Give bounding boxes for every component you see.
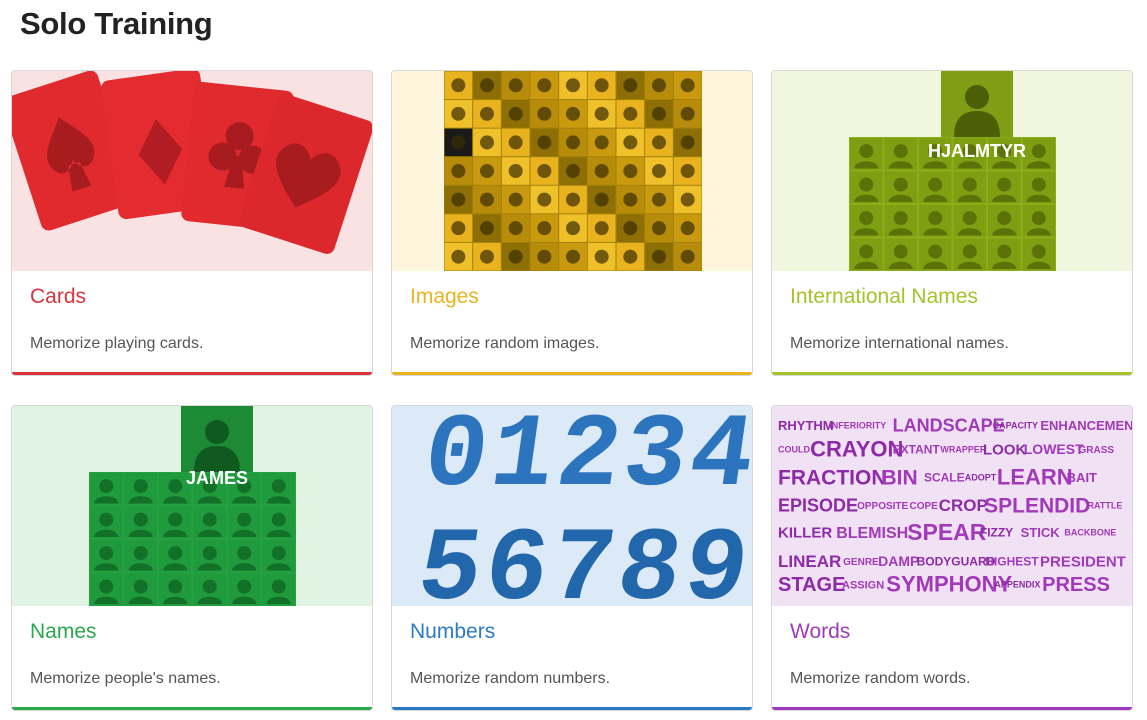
word-cloud-word: GENRE xyxy=(843,557,879,568)
card-words[interactable]: RHYTHM INFERIORITY LANDSCAPE CAPACITY ENHANC… xyxy=(771,405,1133,711)
names-artwork: JAMES xyxy=(12,406,372,606)
card-numbers[interactable]: 01234 56789 Numbers Memorize random numb… xyxy=(391,405,753,711)
word-cloud-word: BIN xyxy=(881,466,917,489)
word-cloud-word: BACKBONE xyxy=(1064,528,1116,538)
card-description: Memorize playing cards. xyxy=(30,335,204,352)
word-cloud-word: BLEMISH xyxy=(836,525,908,542)
word-cloud-word: ENHANCEMENT xyxy=(1040,418,1132,433)
name-label: JAMES xyxy=(186,468,248,488)
word-cloud-word: LOWEST xyxy=(1024,441,1084,457)
numbers-bottom-row: 56789 xyxy=(411,512,752,606)
word-cloud-word: SPLENDID xyxy=(984,494,1090,517)
word-cloud-word: FIZZY xyxy=(980,526,1013,540)
card-images[interactable]: Images Memorize random images. xyxy=(391,70,753,376)
card-title: Cards xyxy=(30,285,87,308)
card-international-names[interactable]: HJALMTYR International Names Memorize in… xyxy=(771,70,1133,376)
word-cloud-word: LANDSCAPE xyxy=(893,415,1005,435)
word-cloud-word: CAPACITY xyxy=(993,421,1038,431)
word-cloud-word: LOOK xyxy=(983,442,1026,459)
word-cloud-word: PRECEDE xyxy=(778,605,841,606)
card-description: Memorize people's names. xyxy=(30,670,221,687)
word-cloud-word: RATTLE xyxy=(1088,501,1123,511)
word-cloud-word: PRESIDENT xyxy=(1040,554,1126,571)
word-cloud-word: COULD xyxy=(778,445,810,455)
word-cloud-word: SPEAR xyxy=(907,519,987,545)
card-accent-bar xyxy=(12,707,372,710)
word-cloud-word: FURRY xyxy=(1086,605,1131,606)
word-cloud-word: DAMP xyxy=(878,553,919,569)
card-description: Memorize international names. xyxy=(790,335,1009,352)
international-names-artwork: HJALMTYR xyxy=(772,71,1132,271)
card-title: Images xyxy=(410,285,479,308)
word-cloud-word: STAGE xyxy=(778,574,845,596)
numbers-artwork: 01234 56789 xyxy=(392,406,752,606)
word-cloud-word: EPISODE xyxy=(778,495,858,515)
word-cloud-word: BAIT xyxy=(1067,470,1097,485)
card-description: Memorize random words. xyxy=(790,670,971,687)
digits-icon: 01234 56789 xyxy=(411,406,752,606)
card-title: Words xyxy=(790,620,851,643)
card-description: Memorize random images. xyxy=(410,335,600,352)
word-cloud-word: LEARN xyxy=(997,465,1073,490)
page-title: Solo Training xyxy=(20,6,213,41)
cards-artwork xyxy=(12,71,372,271)
international-name-label: HJALMTYR xyxy=(928,141,1026,161)
word-cloud-word: GRASS xyxy=(1078,445,1114,456)
card-accent-bar xyxy=(392,707,752,710)
card-title: Names xyxy=(30,620,97,643)
word-cloud-word: SCALE xyxy=(924,471,965,485)
card-names[interactable]: JAMES Names Memorize people's names. xyxy=(11,405,373,711)
word-cloud-word: INFERIORITY xyxy=(829,421,886,431)
word-cloud-word: WRAPPER xyxy=(940,445,987,455)
word-cloud-word: CROP xyxy=(939,496,988,515)
image-grid-icon xyxy=(444,71,702,271)
word-cloud-word: ADOPT xyxy=(965,473,997,483)
word-cloud-icon: RHYTHMINFERIORITY LANDSCAPECAPACITY ENHANC… xyxy=(778,415,1132,606)
words-artwork: RHYTHM INFERIORITY LANDSCAPE CAPACITY ENHANC… xyxy=(772,406,1132,606)
word-cloud-word: FRACTION xyxy=(778,466,887,489)
word-cloud-word: PRESS xyxy=(1042,574,1110,596)
card-description: Memorize random numbers. xyxy=(410,670,611,687)
word-cloud-word: STICK xyxy=(1021,525,1061,540)
images-artwork xyxy=(392,71,752,271)
word-cloud-word: EXTANT xyxy=(893,443,941,457)
numbers-top-row: 01234 xyxy=(417,406,752,516)
card-cards[interactable]: Cards Memorize playing cards. xyxy=(11,70,373,376)
word-cloud-word: HIGHEST xyxy=(985,555,1039,569)
card-accent-bar xyxy=(12,372,372,375)
word-cloud-word: KILLER xyxy=(778,525,832,542)
word-cloud-word: RHYTHM xyxy=(778,418,834,433)
word-cloud-word: BODYGUARD xyxy=(917,555,996,569)
word-cloud-word: COPE xyxy=(909,501,938,512)
word-cloud-word: LINEAR xyxy=(778,552,841,571)
word-cloud-word: CRAYON xyxy=(810,437,903,462)
playing-cards-icon xyxy=(12,71,372,254)
card-title: Numbers xyxy=(410,620,496,643)
word-cloud-word: OPPOSITE xyxy=(857,501,908,512)
card-accent-bar xyxy=(772,372,1132,375)
card-accent-bar xyxy=(392,372,752,375)
word-cloud-word: APPENDIX xyxy=(994,580,1040,590)
card-title: International Names xyxy=(790,285,978,308)
word-cloud-word: ASSIGN xyxy=(842,579,884,591)
card-accent-bar xyxy=(772,707,1132,710)
